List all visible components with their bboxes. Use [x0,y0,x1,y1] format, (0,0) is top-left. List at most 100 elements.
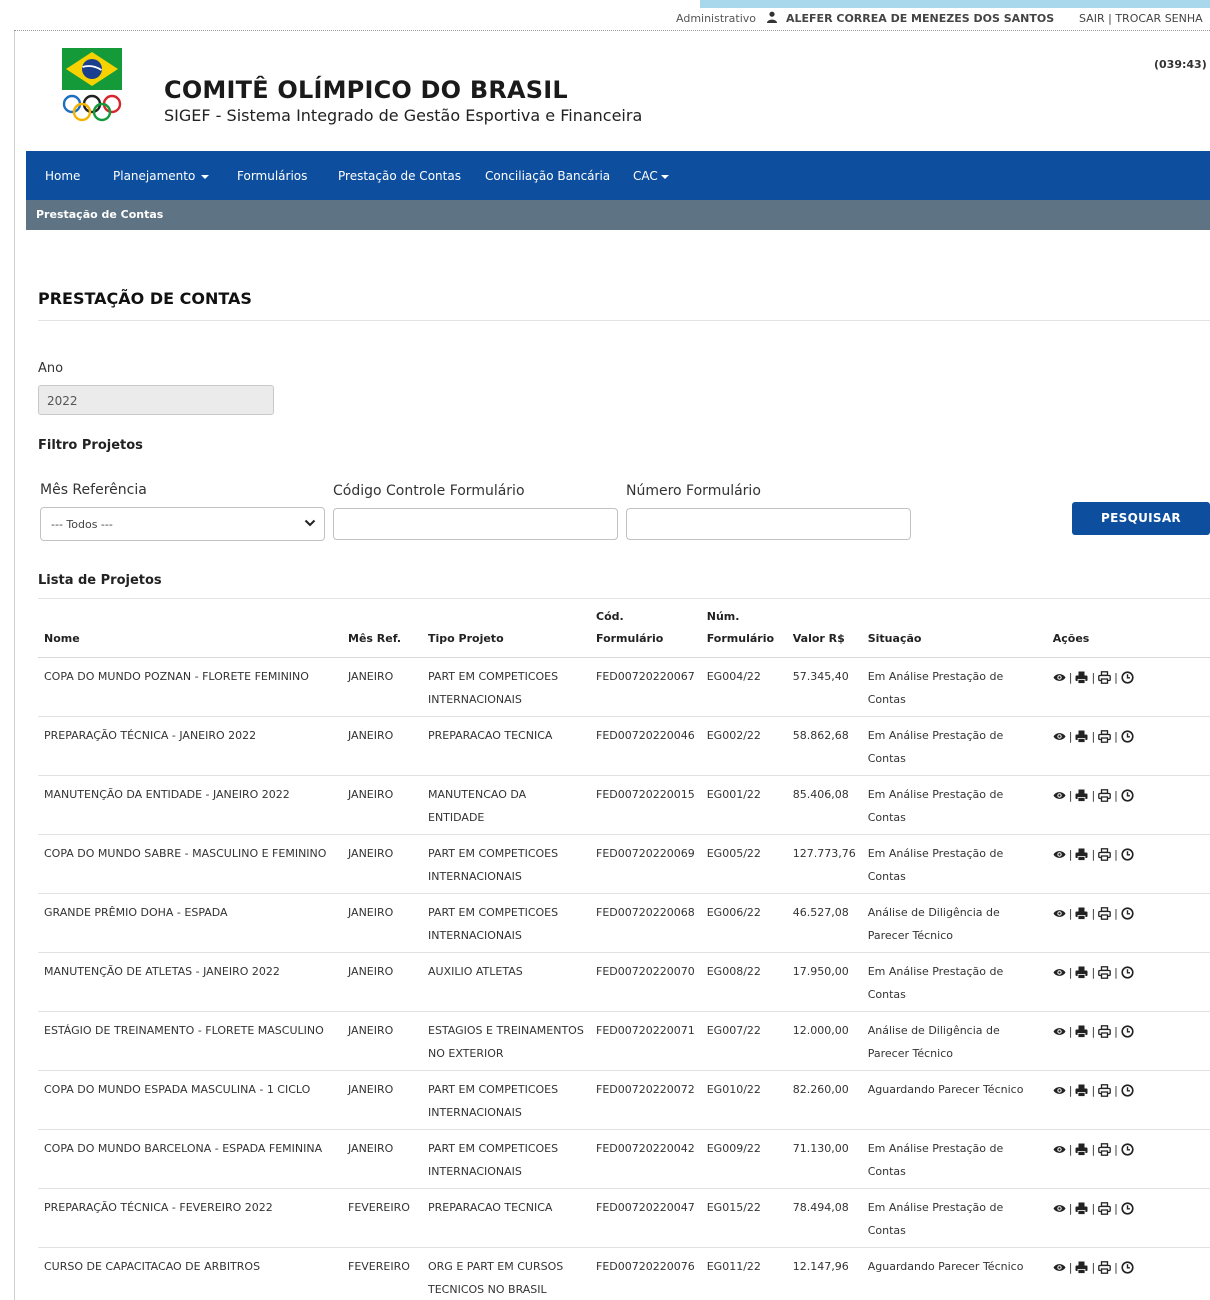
cell-mes-ref: JANEIRO [342,657,422,717]
clock-icon[interactable] [1121,1083,1134,1097]
cell-nome: MANUTENÇÃO DA ENTIDADE - JANEIRO 2022 [38,775,342,835]
action-divider: | [1091,1142,1096,1156]
clock-icon[interactable] [1121,906,1134,920]
printer-icon[interactable] [1098,847,1112,861]
numero-formulario-input[interactable] [626,508,911,540]
cell-nome: COPA DO MUNDO BARCELONA - ESPADA FEMININ… [38,1129,342,1189]
cell-num-formulario: EG001/22 [700,775,787,835]
user-name: ALEFER CORREA DE MENEZES DOS SANTOS [786,12,1055,25]
search-button[interactable]: PESQUISAR [1072,502,1210,535]
projects-table: Nome Mês Ref. Tipo Projeto Cód. Formulár… [38,606,1210,1300]
printer-icon[interactable] [1098,1024,1112,1038]
printer-icon[interactable] [1098,906,1112,920]
cell-mes-ref: JANEIRO [342,1070,422,1130]
eye-icon[interactable] [1053,789,1066,802]
cell-nome: PREPARAÇÃO TÉCNICA - FEVEREIRO 2022 [38,1188,342,1248]
cell-tipo-projeto: ESTAGIOS E TREINAMENTOS NO EXTERIOR [422,1011,590,1071]
nav-home[interactable]: Home [45,169,80,183]
clock-icon[interactable] [1121,1024,1134,1038]
col-cod-formulario: Cód. Formulário [590,606,701,658]
printer-icon[interactable] [1098,1260,1112,1274]
nav-cac[interactable]: CAC [633,169,669,183]
print-icon[interactable] [1075,1025,1088,1038]
col-num-line1: Núm. [706,610,740,623]
user-icon [767,11,777,23]
print-icon[interactable] [1075,907,1088,920]
page-title: PRESTAÇÃO DE CONTAS [38,289,252,308]
col-num-line2: Formulário [706,632,775,645]
cell-acoes: | | | [1046,775,1210,835]
cell-situacao: Análise de Diligência de Parecer Técnico [861,893,1047,953]
action-divider: | [1091,1260,1096,1274]
clock-icon[interactable] [1121,847,1134,861]
printer-icon[interactable] [1098,1083,1112,1097]
cell-num-formulario: EG004/22 [700,657,787,717]
nav-conciliacao-bancaria[interactable]: Conciliação Bancária [485,169,610,183]
eye-icon[interactable] [1053,848,1066,861]
nav-planejamento[interactable]: Planejamento [113,169,210,183]
print-icon[interactable] [1075,1084,1088,1097]
table-row: COPA DO MUNDO POZNAN - FLORETE FEMININO J… [38,657,1210,717]
codigo-controle-input[interactable] [333,508,618,540]
eye-icon[interactable] [1053,1084,1066,1097]
cell-mes-ref: JANEIRO [342,1011,422,1071]
cell-cod-formulario: FED00720220042 [590,1129,701,1189]
action-divider: | [1114,965,1118,979]
col-tipo-projeto: Tipo Projeto [422,606,590,658]
action-divider: | [1068,965,1073,979]
cell-num-formulario: EG011/22 [700,1247,787,1300]
mes-referencia-select[interactable]: --- Todos --- [40,507,325,541]
eye-icon[interactable] [1053,1261,1066,1274]
breadcrumb-bar: Prestação de Contas [26,200,1210,230]
action-divider: | [1091,670,1096,684]
printer-icon[interactable] [1098,788,1112,802]
eye-icon[interactable] [1053,966,1066,979]
printer-icon[interactable] [1098,1201,1112,1215]
eye-icon[interactable] [1053,907,1066,920]
eye-icon[interactable] [1053,1143,1066,1156]
nav-formularios[interactable]: Formulários [237,169,307,183]
print-icon[interactable] [1075,730,1088,743]
printer-icon[interactable] [1098,729,1112,743]
cell-num-formulario: EG008/22 [700,952,787,1012]
cell-valor: 57.345,40 [786,657,862,717]
change-password-link[interactable]: TROCAR SENHA [1115,12,1202,25]
action-divider: | [1068,1201,1073,1215]
clock-icon[interactable] [1121,788,1134,802]
clock-icon[interactable] [1121,1201,1134,1215]
print-icon[interactable] [1075,1202,1088,1215]
printer-icon[interactable] [1098,1142,1112,1156]
action-divider: | [1068,1024,1073,1038]
eye-icon[interactable] [1053,730,1066,743]
eye-icon[interactable] [1053,1025,1066,1038]
cell-valor: 82.260,00 [786,1070,862,1130]
cell-cod-formulario: FED00720220076 [590,1247,701,1300]
clock-icon[interactable] [1121,1142,1134,1156]
list-divider [38,598,1210,599]
print-icon[interactable] [1075,789,1088,802]
logout-link[interactable]: SAIR [1079,12,1105,25]
nav-prestacao-contas[interactable]: Prestação de Contas [338,169,461,183]
clock-icon[interactable] [1121,1260,1134,1274]
clock-icon[interactable] [1121,965,1134,979]
printer-icon[interactable] [1098,670,1112,684]
action-divider: | [1091,788,1096,802]
print-icon[interactable] [1075,1143,1088,1156]
action-divider: | [1091,1201,1096,1215]
mes-referencia-label: Mês Referência [40,482,147,498]
print-icon[interactable] [1075,966,1088,979]
cell-num-formulario: EG010/22 [700,1070,787,1130]
print-icon[interactable] [1075,848,1088,861]
clock-icon[interactable] [1121,670,1134,684]
print-icon[interactable] [1075,671,1088,684]
clock-icon[interactable] [1121,729,1134,743]
eye-icon[interactable] [1053,671,1066,684]
nav-cac-label: CAC [633,169,658,183]
cell-valor: 46.527,08 [786,893,862,953]
printer-icon[interactable] [1098,965,1112,979]
cell-valor: 85.406,08 [786,775,862,835]
eye-icon[interactable] [1053,1202,1066,1215]
action-divider: | [1091,847,1096,861]
print-icon[interactable] [1075,1261,1088,1274]
link-divider: | [1108,12,1112,25]
